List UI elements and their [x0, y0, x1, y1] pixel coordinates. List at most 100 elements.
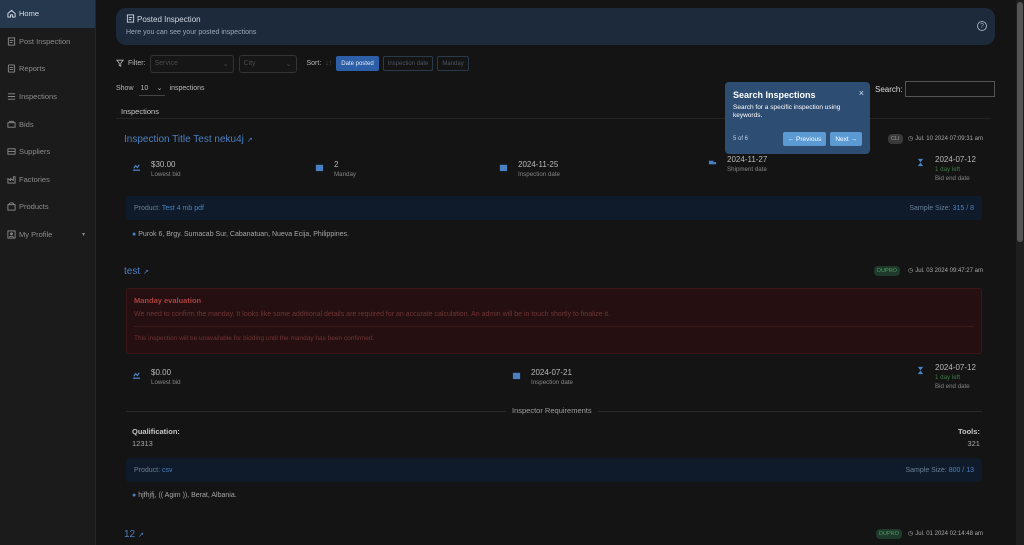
popover-description: Search for a specific inspection using k…	[733, 104, 841, 120]
stat-inspection-date: 2024-11-25 Inspection date	[499, 160, 560, 178]
product-link[interactable]: csv	[162, 467, 173, 474]
inspector-requirements-title: Inspector Requirements	[506, 406, 598, 415]
service-badge: DUPRO	[874, 266, 900, 276]
suppliers-icon	[6, 147, 16, 157]
post-date: ◷ Jul. 03 2024 09:47:27 am	[908, 267, 983, 275]
main-content: Posted Inspection Here you can see your …	[96, 0, 1016, 545]
page-title: Posted Inspection	[137, 15, 201, 24]
service-badge: CLI	[888, 134, 903, 144]
product-row: Product: csv Sample Size: 800 / 13	[126, 458, 982, 482]
sidebar-item-products[interactable]: Products	[0, 193, 95, 221]
sidebar-item-my-profile[interactable]: My Profile ▾	[0, 221, 95, 249]
divider	[134, 326, 974, 327]
page-length-control: Show 10 ⌄ inspections	[116, 81, 205, 96]
sort-date-posted-button[interactable]: Date posted	[336, 56, 379, 71]
filter-icon	[115, 59, 125, 69]
hourglass-icon	[917, 158, 924, 167]
next-button[interactable]: Next →	[830, 132, 862, 146]
search-box: Search:	[875, 81, 995, 97]
sidebar-item-reports[interactable]: Reports	[0, 55, 95, 83]
service-select[interactable]: Service ⌄	[149, 54, 234, 73]
help-icon[interactable]: ?	[977, 21, 987, 31]
sidebar: Home Post Inspection Reports Inspections…	[0, 0, 96, 545]
truck-icon	[708, 160, 717, 165]
sidebar-item-label: Bids	[19, 119, 34, 129]
scrollbar-thumb[interactable]	[1017, 2, 1023, 242]
clock-icon: ◷	[908, 136, 914, 142]
inspection-title-link[interactable]: Inspection Title Test neku4j ↗	[124, 134, 253, 145]
clock-icon: ◷	[908, 268, 914, 274]
sidebar-item-label: Inspections	[19, 92, 57, 102]
search-label: Search:	[875, 84, 903, 94]
stat-inspection-date: 2024-07-21 Inspection date	[512, 368, 573, 386]
calendar-icon	[315, 164, 324, 172]
warning-note: This inspection will be unavailable for …	[134, 335, 375, 342]
sidebar-item-label: Post Inspection	[19, 36, 71, 46]
stat-lowest-bid: $0.00 Lowest bid	[132, 368, 181, 386]
sidebar-item-post-inspection[interactable]: Post Inspection	[0, 28, 95, 56]
tour-popover: Search Inspections × Search for a specif…	[725, 82, 870, 154]
reports-icon	[6, 64, 16, 74]
warning-message: We need to confirm the manday. It looks …	[134, 311, 610, 318]
inspection-title-link[interactable]: test ↗	[124, 266, 149, 277]
location-pin-icon: ●	[132, 231, 137, 238]
page-header: Posted Inspection Here you can see your …	[116, 8, 995, 45]
stat-bid-end-date: 2024-07-12 1 day left Bid end date	[916, 363, 976, 390]
sort-label: Sort:	[306, 60, 322, 67]
sidebar-item-bids[interactable]: Bids	[0, 110, 95, 138]
page-subtitle: Here you can see your posted inspections	[126, 29, 257, 36]
post-icon	[6, 36, 16, 46]
factory-icon	[6, 174, 16, 184]
sidebar-item-inspections[interactable]: Inspections	[0, 83, 95, 111]
external-link-icon: ↗	[246, 136, 253, 144]
stat-bid-end-date: 2024-07-12 1 day left Bid end date	[916, 155, 976, 182]
sort-icon: ↓↑	[325, 60, 333, 67]
product-link[interactable]: Test 4 mb pdf	[162, 205, 204, 212]
calendar-icon	[512, 372, 521, 380]
sidebar-item-label: Reports	[19, 64, 46, 74]
city-select[interactable]: City ⌄	[238, 54, 297, 73]
location-pin-icon: ●	[132, 492, 137, 499]
chevron-down-icon: ▾	[81, 232, 85, 239]
sidebar-item-label: Products	[19, 202, 49, 212]
sidebar-item-label: My Profile	[19, 230, 53, 240]
external-link-icon: ↗	[138, 531, 144, 539]
popover-progress: 5 of 6	[733, 136, 749, 142]
money-icon	[132, 372, 141, 379]
external-link-icon: ↗	[143, 268, 149, 276]
manday-warning: Manday evaluation We need to confirm the…	[126, 288, 982, 354]
post-date: ◷ Jul. 01 2024 02:14:48 am	[908, 530, 983, 538]
sidebar-item-label: Suppliers	[19, 147, 51, 157]
sidebar-item-suppliers[interactable]: Suppliers	[0, 138, 95, 166]
chevron-down-icon: ⌄	[156, 85, 163, 92]
sidebar-item-label: Factories	[19, 174, 50, 184]
products-icon	[6, 202, 16, 212]
search-input[interactable]	[904, 81, 995, 97]
chevron-down-icon: ⌄	[222, 60, 229, 68]
location: ● hjfhjfj, (( Agim )), Berat, Albania.	[132, 492, 237, 499]
document-icon	[126, 14, 135, 25]
post-date: ◷ Jul. 10 2024 07:09:31 am	[908, 135, 983, 143]
section-title: Inspections	[121, 107, 159, 116]
sidebar-item-label: Home	[19, 9, 40, 19]
calendar-icon	[499, 164, 508, 172]
chevron-down-icon: ⌄	[285, 60, 292, 68]
sample-size: 315 / 8	[952, 204, 974, 212]
popover-title: Search Inspections	[733, 90, 816, 100]
close-icon[interactable]: ×	[859, 88, 864, 98]
stat-lowest-bid: $30.00 Lowest bid	[132, 160, 181, 178]
sidebar-item-factories[interactable]: Factories	[0, 166, 95, 194]
page-length-select[interactable]: 10 ⌄	[138, 81, 165, 96]
previous-button[interactable]: ← Previous	[782, 132, 827, 146]
qualification: Qualification: 12313	[132, 427, 180, 448]
warning-title: Manday evaluation	[134, 296, 202, 305]
location: ● Purok 6, Brgy. Sumacab Sur, Cabanatuan…	[132, 231, 349, 238]
sort-inspection-date-button[interactable]: Inspection date	[382, 56, 434, 71]
service-badge: DUPRO	[876, 529, 902, 539]
sort-manday-button[interactable]: Manday	[437, 56, 469, 71]
scrollbar[interactable]	[1016, 0, 1024, 545]
inspection-title-link[interactable]: 12 ↗	[124, 529, 144, 540]
stat-manday: 2 Manday	[315, 160, 356, 178]
profile-icon	[6, 230, 16, 240]
sidebar-item-home[interactable]: Home	[0, 0, 95, 28]
